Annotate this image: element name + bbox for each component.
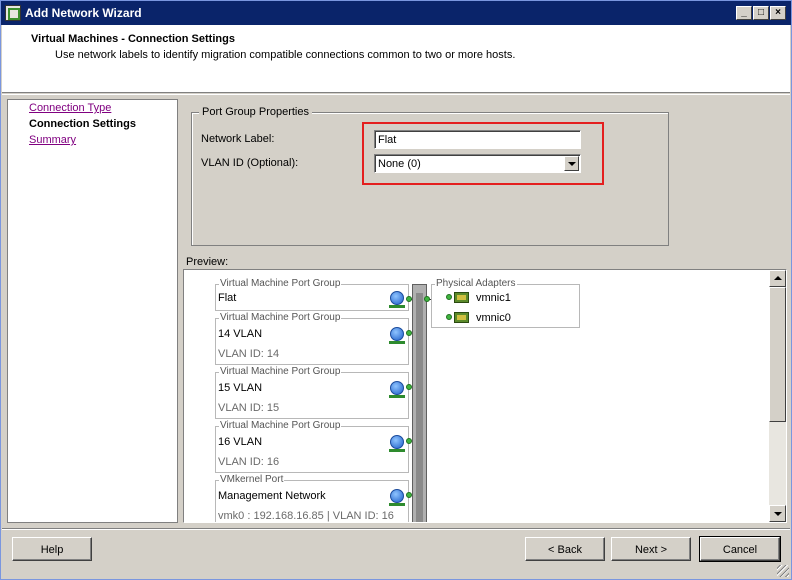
port-group-name: 15 VLAN [218,382,263,394]
annotation-highlight-box [362,122,604,185]
port-group-legend: VMkernel Port [219,474,285,485]
preview-label: Preview: [186,256,229,268]
virtual-switch-bar [412,284,427,522]
port-group-vlan: VLAN ID: 15 [218,402,280,414]
port-group-flat[interactable]: Virtual Machine Port Group Flat [215,278,409,311]
vm-network-icon [389,381,405,398]
nav-step-connection-type[interactable]: Connection Type [29,102,111,114]
physical-adapters-group: Physical Adapters vmnic1 vmnic0 [431,278,580,328]
wizard-window: Add Network Wizard _ □ × Virtual Machine… [0,0,792,580]
nic-label[interactable]: vmnic0 [476,312,511,324]
nic-label[interactable]: vmnic1 [476,292,511,304]
port-group-16-vlan[interactable]: Virtual Machine Port Group 16 VLAN VLAN … [215,420,409,473]
port-group-vlan: VLAN ID: 16 [218,456,280,468]
vmkernel-port-management-network[interactable]: VMkernel Port Management Network vmk0 : … [215,474,409,522]
vsphere-app-icon [5,5,21,21]
port-group-vlan: vmk0 : 192.168.16.85 | VLAN ID: 16 [218,510,394,522]
network-label-label: Network Label: [201,133,275,145]
uplink-connector-dot [424,296,430,302]
nav-step-summary[interactable]: Summary [29,134,76,146]
port-group-legend: Virtual Machine Port Group [219,366,342,377]
port-group-name: 16 VLAN [218,436,263,448]
vm-network-icon [389,327,405,344]
title-bar[interactable]: Add Network Wizard _ □ × [1,1,791,25]
port-group-name: Flat [218,292,237,304]
vm-network-icon [389,435,405,452]
physical-adapters-legend: Physical Adapters [435,278,517,289]
page-subtitle: Use network labels to identify migration… [55,49,516,61]
help-button[interactable]: Help [12,537,92,561]
port-group-name: Management Network [218,490,326,502]
port-group-vlan: VLAN ID: 14 [218,348,280,360]
maximize-button[interactable]: □ [753,6,769,20]
scroll-thumb[interactable] [769,287,786,422]
nav-step-connection-settings: Connection Settings [29,118,136,130]
preview-scrollbar[interactable] [769,270,786,522]
footer-divider-highlight [2,529,790,530]
vm-network-icon [389,291,405,308]
network-preview-pane: Virtual Machine Port Group Flat Virtual … [183,269,787,523]
nic-icon [454,312,469,323]
port-group-14-vlan[interactable]: Virtual Machine Port Group 14 VLAN VLAN … [215,312,409,365]
resize-grip[interactable] [777,565,789,577]
scroll-up-button[interactable] [769,270,786,287]
close-button[interactable]: × [770,6,786,20]
scroll-down-button[interactable] [769,505,786,522]
header-divider [2,94,790,95]
virtual-switch-core [416,293,423,522]
page-title: Virtual Machines - Connection Settings [31,33,235,45]
next-button[interactable]: Next > [611,537,691,561]
port-group-name: 14 VLAN [218,328,263,340]
nic-icon [454,292,469,303]
port-group-legend: Virtual Machine Port Group [219,420,342,431]
adapter-connector-dot [446,314,452,320]
vlan-id-label: VLAN ID (Optional): [201,157,299,169]
adapter-connector-dot [446,294,452,300]
wizard-steps-nav: Connection Type Connection Settings Summ… [7,99,178,523]
group-legend: Port Group Properties [199,106,312,118]
wizard-header: Virtual Machines - Connection Settings U… [2,25,790,93]
cancel-button[interactable]: Cancel [699,536,781,562]
port-group-legend: Virtual Machine Port Group [219,312,342,323]
minimize-button[interactable]: _ [736,6,752,20]
vmkernel-network-icon [389,489,405,506]
port-group-legend: Virtual Machine Port Group [219,278,342,289]
back-button[interactable]: < Back [525,537,605,561]
port-group-15-vlan[interactable]: Virtual Machine Port Group 15 VLAN VLAN … [215,366,409,419]
window-title: Add Network Wizard [25,6,142,20]
